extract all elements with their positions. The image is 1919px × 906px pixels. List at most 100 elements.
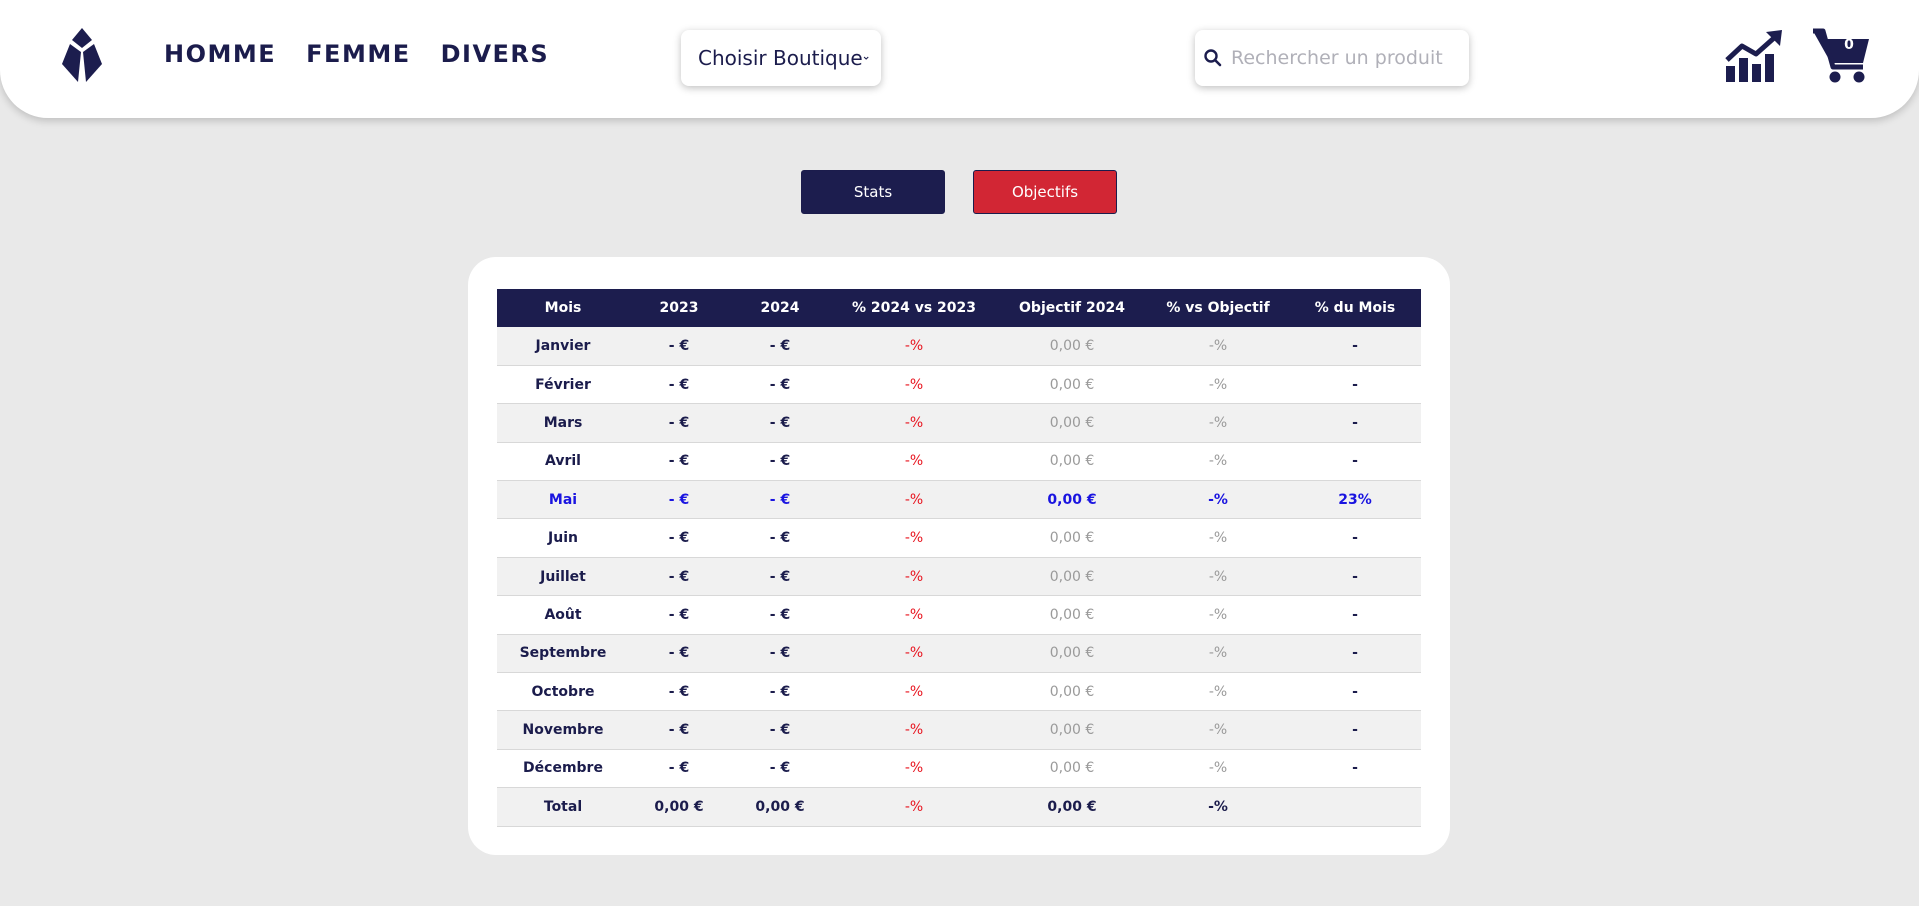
cell-pct-2024-vs-2023: -% [831,634,997,674]
cell-pct-vs-objective: -% [1147,403,1289,443]
cell-objective-2024: 0,00 € [997,403,1147,443]
cell-2024: - € [729,749,831,789]
cell-month: Février [497,365,629,405]
cell-2023: - € [629,710,729,750]
cell-pct-2024-vs-2023: -% [831,403,997,443]
cell-month: Novembre [497,710,629,750]
total-cell-pct-of-month [1289,787,1421,827]
cell-month: Septembre [497,634,629,674]
objectives-button[interactable]: Objectifs [973,170,1117,214]
header-pct-2024-vs-2023: % 2024 vs 2023 [831,289,997,327]
cell-pct-vs-objective: -% [1147,557,1289,597]
cart-icon[interactable] [1811,27,1871,85]
cell-2023: - € [629,403,729,443]
cell-objective-2024: 0,00 € [997,365,1147,405]
cell-pct-2024-vs-2023: -% [831,365,997,405]
cell-objective-2024: 0,00 € [997,557,1147,597]
table-header-row: Mois 2023 2024 % 2024 vs 2023 Objectif 2… [497,289,1421,327]
cell-pct-of-month: - [1289,518,1421,558]
table-row: Mars - € - € -% 0,00 € -% - [497,403,1421,443]
cell-pct-2024-vs-2023: -% [831,480,997,520]
header-pct-of-month: % du Mois [1289,289,1421,327]
cell-pct-of-month: - [1289,749,1421,789]
table-row: Novembre - € - € -% 0,00 € -% - [497,710,1421,750]
search-icon [1204,49,1222,67]
cell-pct-of-month: 23% [1289,480,1421,520]
cell-month: Décembre [497,749,629,789]
monthly-stats-table: Mois 2023 2024 % 2024 vs 2023 Objectif 2… [497,289,1421,827]
table-row: Avril - € - € -% 0,00 € -% - [497,442,1421,482]
total-cell-2023: 0,00 € [629,787,729,827]
cell-month: Août [497,595,629,635]
cell-pct-of-month: - [1289,672,1421,712]
table-row: Juin - € - € -% 0,00 € -% - [497,518,1421,558]
cell-pct-vs-objective: -% [1147,672,1289,712]
cell-2024: - € [729,327,831,366]
cell-objective-2024: 0,00 € [997,480,1147,520]
nav-link-homme[interactable]: HOMME [164,40,276,68]
chevron-down-icon [863,56,869,60]
search-input[interactable] [1231,47,1469,69]
cell-pct-vs-objective: -% [1147,480,1289,520]
cell-month: Juin [497,518,629,558]
cell-2023: - € [629,327,729,366]
cell-pct-of-month: - [1289,634,1421,674]
table-row: Août - € - € -% 0,00 € -% - [497,595,1421,635]
cell-month: Juillet [497,557,629,597]
cell-month: Mars [497,403,629,443]
cell-2024: - € [729,480,831,520]
table-row: Décembre - € - € -% 0,00 € -% - [497,749,1421,789]
total-cell-pct-vs-objective: -% [1147,787,1289,827]
cell-pct-vs-objective: -% [1147,442,1289,482]
cell-objective-2024: 0,00 € [997,710,1147,750]
stats-chart-icon[interactable] [1724,30,1784,82]
monthly-stats-card: Mois 2023 2024 % 2024 vs 2023 Objectif 2… [468,257,1450,855]
cell-objective-2024: 0,00 € [997,672,1147,712]
cell-pct-vs-objective: -% [1147,749,1289,789]
cell-pct-vs-objective: -% [1147,327,1289,366]
header-objective-2024: Objectif 2024 [997,289,1147,327]
cell-pct-vs-objective: -% [1147,365,1289,405]
cell-pct-vs-objective: -% [1147,518,1289,558]
cell-2023: - € [629,518,729,558]
cart-count-badge: 0 [1844,37,1854,53]
cell-objective-2024: 0,00 € [997,749,1147,789]
brand-logo[interactable] [62,28,102,82]
cell-pct-vs-objective: -% [1147,634,1289,674]
cell-2024: - € [729,634,831,674]
total-cell-month: Total [497,787,629,827]
total-cell-2024: 0,00 € [729,787,831,827]
cell-2023: - € [629,595,729,635]
cell-pct-of-month: - [1289,403,1421,443]
cell-objective-2024: 0,00 € [997,327,1147,366]
cell-objective-2024: 0,00 € [997,634,1147,674]
cell-pct-of-month: - [1289,327,1421,366]
shop-select[interactable]: Choisir Boutique [681,30,881,86]
cell-2024: - € [729,595,831,635]
header-month: Mois [497,289,629,327]
cell-2023: - € [629,442,729,482]
cell-pct-of-month: - [1289,710,1421,750]
table-row: Février - € - € -% 0,00 € -% - [497,365,1421,405]
cell-pct-of-month: - [1289,557,1421,597]
cell-month: Octobre [497,672,629,712]
cell-month: Avril [497,442,629,482]
cell-month: Janvier [497,327,629,366]
nav-link-femme[interactable]: FEMME [306,40,410,68]
total-cell-objective-2024: 0,00 € [997,787,1147,827]
table-row: Mai - € - € -% 0,00 € -% 23% [497,480,1421,520]
cell-pct-2024-vs-2023: -% [831,518,997,558]
header-2023: 2023 [629,289,729,327]
nav-link-divers[interactable]: DIVERS [441,40,550,68]
header-pct-vs-objective: % vs Objectif [1147,289,1289,327]
cell-month: Mai [497,480,629,520]
search-box [1195,30,1469,86]
header-2024: 2024 [729,289,831,327]
table-row: Janvier - € - € -% 0,00 € -% - [497,327,1421,366]
cell-pct-2024-vs-2023: -% [831,749,997,789]
cell-objective-2024: 0,00 € [997,442,1147,482]
cell-2023: - € [629,365,729,405]
cell-pct-vs-objective: -% [1147,710,1289,750]
main-nav: HOMME FEMME DIVERS [164,40,549,68]
stats-button[interactable]: Stats [801,170,945,214]
